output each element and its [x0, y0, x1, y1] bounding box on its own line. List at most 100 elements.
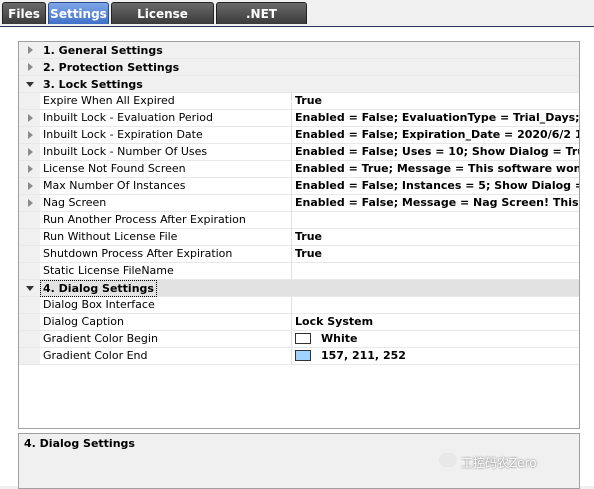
row-gutter — [19, 161, 40, 177]
property-name: Dialog Box Interface — [43, 298, 155, 311]
row-gutter — [19, 76, 40, 92]
property-row[interactable]: Dialog Caption Lock System — [19, 314, 579, 331]
property-row[interactable]: Nag Screen Enabled = False; Message = Na… — [19, 195, 579, 212]
property-value[interactable]: True — [295, 93, 322, 109]
expand-arrow-icon[interactable] — [28, 114, 33, 122]
expand-arrow-icon[interactable] — [28, 148, 33, 156]
category-general-settings[interactable]: 1. General Settings — [19, 42, 579, 59]
row-gutter — [19, 178, 40, 194]
row-gutter — [19, 331, 40, 347]
tab-license-manager[interactable]: License Manager — [111, 2, 214, 43]
description-title: 4. Dialog Settings — [24, 437, 135, 450]
row-gutter — [19, 93, 40, 109]
tab-settings[interactable]: Settings — [48, 2, 109, 24]
property-row[interactable]: Static License FileName — [19, 263, 579, 280]
column-divider — [291, 229, 292, 245]
column-divider — [291, 144, 292, 160]
settings-panel: 1. General Settings 2. Protection Settin… — [0, 27, 594, 489]
column-divider — [291, 93, 292, 109]
property-name: Gradient Color End — [43, 349, 148, 362]
property-name: Inbuilt Lock - Evaluation Period — [43, 111, 213, 124]
expand-arrow-icon[interactable] — [28, 199, 33, 207]
collapse-arrow-icon[interactable] — [26, 286, 34, 291]
property-name: Inbuilt Lock - Number Of Uses — [43, 145, 208, 158]
property-value[interactable]: Enabled = False; Expiration_Date = 2020/… — [295, 127, 579, 143]
category-label: 2. Protection Settings — [43, 61, 180, 74]
property-value[interactable]: Enabled = False; Uses = 10; Show Dialog … — [295, 144, 579, 160]
row-gutter — [19, 229, 40, 245]
watermark: 工控码农Zero — [439, 453, 537, 471]
property-value[interactable]: Enabled = False; Message = Nag Screen! T… — [295, 195, 579, 211]
property-row[interactable]: License Not Found Screen Enabled = True;… — [19, 161, 579, 178]
tab-bar: Files Settings License Manager .NET Insp… — [0, 0, 594, 43]
property-row[interactable]: Run Another Process After Expiration — [19, 212, 579, 229]
property-grid: 1. General Settings 2. Protection Settin… — [18, 41, 580, 429]
column-divider — [291, 297, 292, 313]
property-name: Inbuilt Lock - Expiration Date — [43, 128, 203, 141]
column-divider — [291, 178, 292, 194]
row-gutter — [19, 59, 40, 75]
column-divider — [291, 331, 292, 347]
column-divider — [291, 348, 292, 364]
row-gutter — [19, 348, 40, 364]
row-gutter — [19, 280, 40, 296]
property-value[interactable]: White — [321, 331, 357, 347]
property-name: Expire When All Expired — [43, 94, 175, 107]
watermark-text: 工控码农Zero — [461, 456, 537, 470]
property-value[interactable]: True — [295, 246, 322, 262]
category-label: 4. Dialog Settings — [40, 280, 157, 297]
property-name: Run Another Process After Expiration — [43, 213, 246, 226]
property-name: Run Without License File — [43, 230, 178, 243]
expand-arrow-icon[interactable] — [28, 131, 33, 139]
tab-files[interactable]: Files — [2, 2, 46, 24]
property-name: License Not Found Screen — [43, 162, 186, 175]
tab-net-inspector[interactable]: .NET Inspector — [216, 2, 307, 43]
column-divider — [291, 246, 292, 262]
property-row[interactable]: Run Without License File True — [19, 229, 579, 246]
property-row[interactable]: Inbuilt Lock - Number Of Uses Enabled = … — [19, 144, 579, 161]
category-label: 1. General Settings — [43, 44, 163, 57]
expand-arrow-icon[interactable] — [28, 63, 33, 71]
expand-arrow-icon[interactable] — [28, 165, 33, 173]
property-value[interactable]: Enabled = True; Message = This software … — [295, 161, 579, 177]
column-divider — [291, 110, 292, 126]
expand-arrow-icon[interactable] — [28, 46, 33, 54]
color-swatch — [295, 350, 311, 361]
column-divider — [291, 195, 292, 211]
column-divider — [291, 314, 292, 330]
row-gutter — [19, 195, 40, 211]
category-protection-settings[interactable]: 2. Protection Settings — [19, 59, 579, 76]
property-row[interactable]: Inbuilt Lock - Expiration Date Enabled =… — [19, 127, 579, 144]
property-row[interactable]: Max Number Of Instances Enabled = False;… — [19, 178, 579, 195]
property-row[interactable]: Gradient Color End 157, 211, 252 — [19, 348, 579, 365]
row-gutter — [19, 127, 40, 143]
property-name: Gradient Color Begin — [43, 332, 158, 345]
color-swatch — [295, 333, 311, 344]
property-name: Shutdown Process After Expiration — [43, 247, 233, 260]
property-row[interactable]: Dialog Box Interface — [19, 297, 579, 314]
property-row[interactable]: Shutdown Process After Expiration True — [19, 246, 579, 263]
property-row[interactable]: Inbuilt Lock - Evaluation Period Enabled… — [19, 110, 579, 127]
category-lock-settings[interactable]: 3. Lock Settings — [19, 76, 579, 93]
row-gutter — [19, 212, 40, 228]
column-divider — [291, 212, 292, 228]
property-value[interactable]: 157, 211, 252 — [321, 348, 406, 364]
property-value[interactable]: True — [295, 229, 322, 245]
property-name: Static License FileName — [43, 264, 174, 277]
property-row[interactable]: Expire When All Expired True — [19, 93, 579, 110]
column-divider — [291, 127, 292, 143]
row-gutter — [19, 263, 40, 279]
property-name: Dialog Caption — [43, 315, 125, 328]
property-value[interactable]: Lock System — [295, 314, 373, 330]
collapse-arrow-icon[interactable] — [26, 82, 34, 87]
column-divider — [291, 263, 292, 279]
row-gutter — [19, 110, 40, 126]
property-name: Max Number Of Instances — [43, 179, 186, 192]
wechat-logo-icon — [439, 453, 457, 467]
column-divider — [291, 161, 292, 177]
property-value[interactable]: Enabled = False; EvaluationType = Trial_… — [295, 110, 579, 126]
property-value[interactable]: Enabled = False; Instances = 5; Show Dia… — [295, 178, 579, 194]
category-dialog-settings[interactable]: 4. Dialog Settings — [19, 280, 579, 297]
property-row[interactable]: Gradient Color Begin White — [19, 331, 579, 348]
expand-arrow-icon[interactable] — [28, 182, 33, 190]
